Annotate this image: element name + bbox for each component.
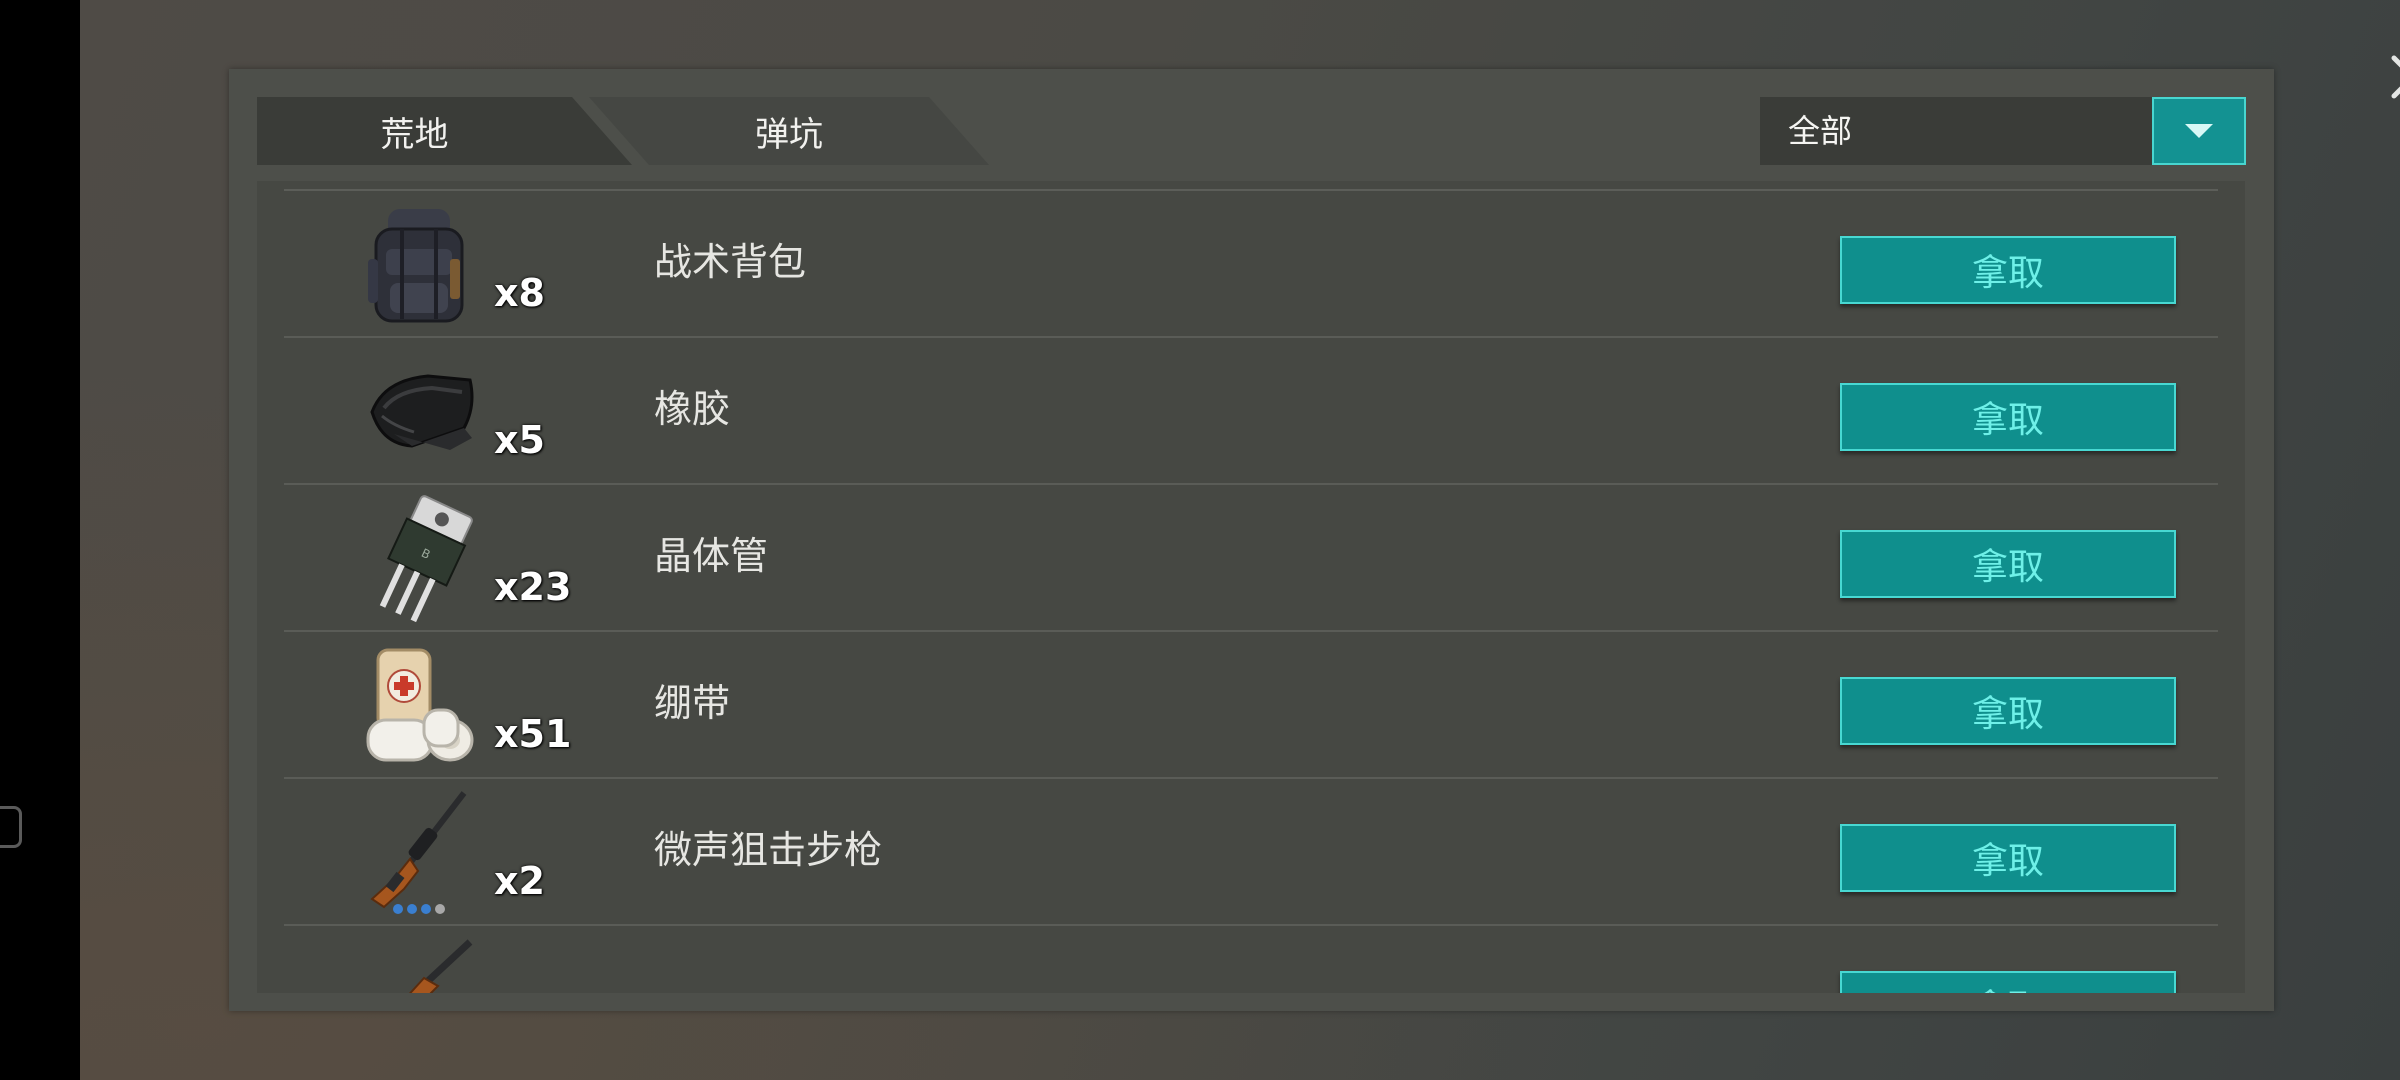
sniper-rifle-icon <box>370 791 467 914</box>
bandage-icon <box>366 648 474 762</box>
item-count: x8 <box>494 271 545 315</box>
tab-wasteland-label: 荒地 <box>380 114 449 155</box>
item-name: 微声狙击步枪 <box>654 828 883 872</box>
take-button[interactable]: 拿取 <box>1840 530 2176 598</box>
close-icon <box>2391 55 2400 99</box>
item-count: x2 <box>494 859 545 903</box>
screen: 荒地 弹坑 全部 x8 战术背包 拿取 x5 橡胶 拿取 B x23 晶体管 拿… <box>0 0 2400 1080</box>
list-item: x8 战术背包 拿取 <box>284 191 2218 338</box>
chevron-down-icon <box>2185 124 2213 138</box>
tab-crater[interactable]: 弹坑 <box>589 97 989 165</box>
list-item: x2 微声狙击步枪 拿取 <box>284 779 2218 926</box>
item-name: 晶体管 <box>654 534 769 578</box>
device-edge <box>0 0 80 1080</box>
filter-dropdown[interactable]: 全部 <box>1760 97 2246 165</box>
take-button[interactable]: 拿取 <box>1840 824 2176 892</box>
list-item: x51 绷带 拿取 <box>284 632 2218 779</box>
close-label: 关闭 <box>2396 126 2400 198</box>
shotgun-icon <box>409 939 473 993</box>
item-name: 战术背包 <box>654 240 807 284</box>
item-count: x51 <box>494 712 572 756</box>
filter-selected-value: 全部 <box>1788 112 1853 150</box>
item-name: 橡胶 <box>654 387 731 431</box>
take-button[interactable]: 拿取 <box>1840 971 2176 993</box>
take-button[interactable]: 拿取 <box>1840 383 2176 451</box>
close-button[interactable]: 关闭 <box>2378 46 2400 226</box>
loot-panel: 荒地 弹坑 全部 x8 战术背包 拿取 x5 橡胶 拿取 B x23 晶体管 拿… <box>229 69 2274 1011</box>
list-item: 拿取 <box>284 926 2218 993</box>
tab-crater-label: 弹坑 <box>755 114 823 155</box>
backpack-icon <box>368 209 464 323</box>
item-count: x5 <box>494 418 545 462</box>
list-item: x5 橡胶 拿取 <box>284 338 2218 485</box>
rubber-icon <box>370 374 474 450</box>
take-button[interactable]: 拿取 <box>1840 236 2176 304</box>
nav-handle-icon[interactable] <box>0 806 22 848</box>
filter-dropdown-button[interactable] <box>2152 97 2246 165</box>
tab-wasteland[interactable]: 荒地 <box>257 97 632 165</box>
transistor-icon: B <box>379 495 473 623</box>
game-background: 荒地 弹坑 全部 x8 战术背包 拿取 x5 橡胶 拿取 B x23 晶体管 拿… <box>80 0 2400 1080</box>
take-button[interactable]: 拿取 <box>1840 677 2176 745</box>
item-name: 绷带 <box>654 681 731 725</box>
list-item: B x23 晶体管 拿取 <box>284 485 2218 632</box>
item-list[interactable]: x8 战术背包 拿取 x5 橡胶 拿取 B x23 晶体管 拿取 x51 绷带 … <box>257 181 2245 993</box>
item-count: x23 <box>494 565 572 609</box>
